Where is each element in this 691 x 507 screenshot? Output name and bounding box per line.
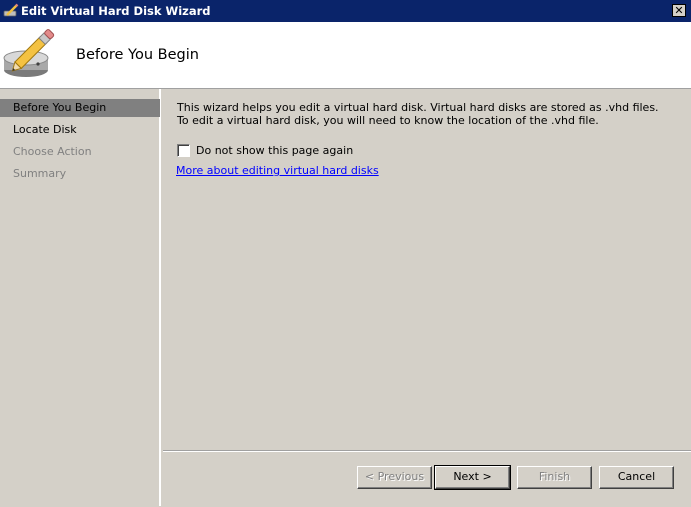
finish-button[interactable]: Finish: [517, 466, 592, 489]
window-title: Edit Virtual Hard Disk Wizard: [21, 4, 211, 18]
step-summary: Summary: [13, 167, 67, 180]
cancel-button[interactable]: Cancel: [599, 466, 674, 489]
close-button[interactable]: ✕: [672, 4, 686, 17]
step-locate-disk[interactable]: Locate Disk: [0, 121, 160, 139]
dont-show-again-label[interactable]: Do not show this page again: [196, 144, 353, 157]
wizard-app-icon: [3, 3, 19, 19]
next-button[interactable]: Next >: [434, 465, 511, 490]
more-about-editing-link[interactable]: More about editing virtual hard disks: [176, 164, 379, 177]
intro-description: This wizard helps you edit a virtual har…: [177, 101, 659, 127]
step-choose-action: Choose Action: [13, 145, 92, 158]
disk-pencil-icon: [2, 28, 62, 80]
wizard-footer: < Previous Next > Finish Cancel: [163, 450, 691, 507]
step-before-you-begin[interactable]: Before You Begin: [0, 99, 160, 117]
page-title: Before You Begin: [76, 47, 199, 63]
previous-button[interactable]: < Previous: [357, 466, 432, 489]
dont-show-again-checkbox[interactable]: [177, 144, 190, 157]
wizard-header: Before You Begin: [0, 22, 691, 89]
title-bar[interactable]: Edit Virtual Hard Disk Wizard ✕: [0, 0, 691, 22]
wizard-steps-sidebar: Before You Begin Locate Disk Choose Acti…: [0, 89, 161, 506]
wizard-content: This wizard helps you edit a virtual har…: [163, 89, 691, 451]
